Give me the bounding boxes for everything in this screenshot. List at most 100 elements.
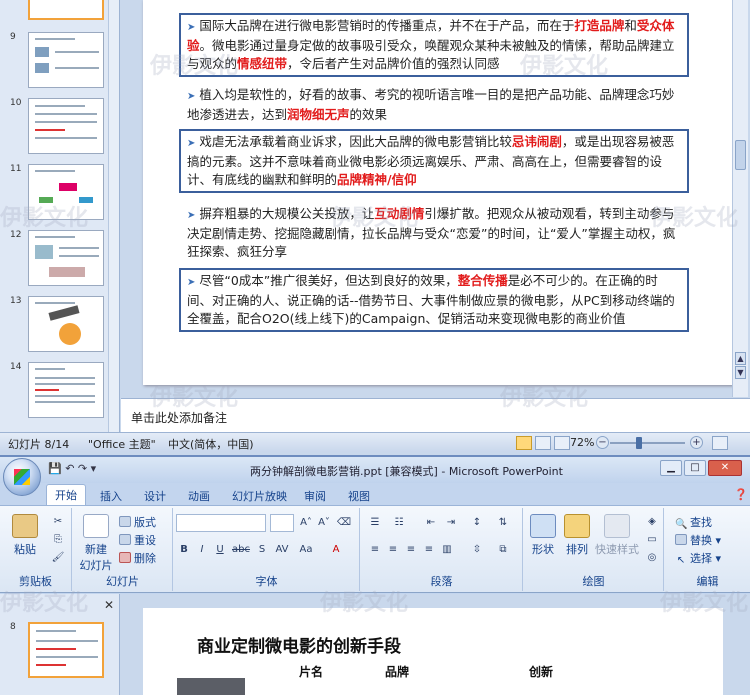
change-case-icon[interactable]: Aa — [298, 542, 314, 558]
justify-icon[interactable]: ≡ — [421, 542, 437, 558]
decrease-indent-icon[interactable]: ⇤ — [423, 515, 439, 531]
select-button[interactable]: ↖ 选择 ▾ — [675, 550, 721, 566]
replace-button[interactable]: 替换 ▾ — [675, 532, 721, 548]
slideshow-view-button[interactable] — [554, 436, 570, 450]
shrink-font-icon[interactable]: A˅ — [316, 515, 332, 531]
tab-design[interactable]: 设计 — [136, 486, 174, 506]
slide-thumbnail-13[interactable]: 13 — [6, 296, 114, 352]
tab-home[interactable]: 开始 — [46, 484, 86, 505]
delete-slide-button[interactable]: 删除 — [119, 550, 156, 566]
help-icon[interactable]: ❓ — [726, 486, 750, 503]
maximize-button[interactable]: □ — [684, 460, 706, 476]
zoom-out-button[interactable]: − — [596, 436, 609, 449]
slide-counter: 幻灯片 8/14 — [8, 438, 70, 451]
format-painter-icon[interactable]: 🖌 — [50, 550, 66, 566]
film-still-image[interactable] — [177, 678, 245, 695]
zoom-level[interactable]: 72% — [570, 436, 594, 449]
slide-vertical-scrollbar[interactable]: ▲ ▼ — [732, 0, 748, 397]
thumbnail-scrollbar[interactable] — [108, 0, 119, 432]
tab-slideshow[interactable]: 幻灯片放映 — [224, 486, 295, 506]
text-direction-icon[interactable]: ⇅ — [495, 515, 511, 531]
close-pane-icon[interactable]: ✕ — [104, 598, 114, 612]
font-size-combo[interactable] — [270, 514, 294, 532]
quick-styles-button[interactable]: 快速样式 — [594, 514, 640, 557]
tab-view[interactable]: 视图 — [340, 486, 378, 506]
shadow-icon[interactable]: S — [254, 542, 270, 558]
slide-thumbnail-10[interactable]: 10 — [6, 98, 114, 154]
office-logo-icon — [14, 469, 30, 485]
minimize-button[interactable]: ▁ — [660, 460, 682, 476]
bullet-avoid-farce[interactable]: ➤ 戏虐无法承载着商业诉求，因此大品牌的微电影营销比较忌讳闹剧，或是出现容易被恶… — [179, 129, 689, 193]
slide-sorter-view-button[interactable] — [535, 436, 551, 450]
close-button[interactable]: ✕ — [708, 460, 742, 476]
editing-group-label: 编辑 — [696, 575, 719, 588]
tab-review[interactable]: 审阅 — [296, 486, 334, 506]
columns-icon[interactable]: ▥ — [439, 542, 455, 558]
find-icon: 🔍 — [675, 519, 688, 530]
shape-outline-icon[interactable]: ▭ — [644, 532, 660, 548]
slide-thumbnail-11[interactable]: 11 — [6, 164, 114, 220]
next-slide-button[interactable]: ▼ — [735, 366, 746, 379]
shape-effects-icon[interactable]: ◎ — [644, 550, 660, 566]
office-button[interactable] — [3, 458, 41, 496]
bullet-arrow-icon: ➤ — [187, 210, 196, 221]
zoom-slider-knob[interactable] — [636, 437, 642, 449]
quick-access-toolbar[interactable]: 💾 ↶ ↷ ▾ — [48, 462, 96, 475]
tab-animations[interactable]: 动画 — [180, 486, 218, 506]
align-right-icon[interactable]: ≡ — [403, 542, 419, 558]
new-slide-icon — [83, 514, 109, 538]
shape-fill-icon[interactable]: ◈ — [644, 514, 660, 530]
numbering-icon[interactable]: ☷ — [391, 515, 407, 531]
font-color-icon[interactable]: A — [328, 542, 344, 558]
normal-view-button[interactable] — [516, 436, 532, 450]
copy-icon[interactable]: ⎘ — [50, 532, 66, 548]
slide-thumbnail-9[interactable]: 9 — [6, 32, 114, 88]
bullet-integrated-communication[interactable]: ➤ 尽管“0成本”推广很美好，但达到良好的效果，整合传播是必不可少的。在正确的时… — [179, 268, 689, 332]
language-indicator[interactable]: 中文(简体，中国) — [168, 436, 254, 452]
bold-icon[interactable]: B — [176, 542, 192, 558]
zoom-slider[interactable] — [610, 442, 685, 444]
shapes-button[interactable]: 形状 — [528, 514, 558, 557]
bullets-icon[interactable]: ☰ — [367, 515, 383, 531]
find-button[interactable]: 🔍 查找 — [675, 514, 712, 530]
ribbon-tabs: 开始 插入 设计 动画 幻灯片放映 审阅 视图 ❓ — [0, 483, 750, 505]
zoom-in-button[interactable]: + — [690, 436, 703, 449]
cut-icon[interactable]: ✂ — [50, 514, 66, 530]
strikethrough-icon[interactable]: abc — [232, 542, 250, 558]
slide-thumbnail-12[interactable]: 12 — [6, 230, 114, 286]
align-center-icon[interactable]: ≡ — [385, 542, 401, 558]
new-slide-button[interactable]: 新建 幻灯片 — [79, 514, 113, 573]
editing-group: 🔍 查找 替换 ▾ ↖ 选择 ▾ 编辑 — [665, 508, 750, 591]
underline-icon[interactable]: U — [212, 542, 228, 558]
slide-thumbnail-14[interactable]: 14 — [6, 362, 114, 418]
notes-pane[interactable]: 单击此处添加备注 — [121, 398, 750, 432]
reset-icon — [119, 534, 131, 545]
slide-title[interactable]: 商业定制微电影的创新手段 — [197, 632, 401, 657]
align-text-icon[interactable]: ⇳ — [469, 542, 485, 558]
thumbnail-number: 9 — [10, 32, 16, 42]
arrange-button[interactable]: 排列 — [562, 514, 592, 557]
scrollbar-thumb[interactable] — [735, 140, 746, 170]
increase-indent-icon[interactable]: ⇥ — [443, 515, 459, 531]
paste-button[interactable]: 粘贴 — [10, 514, 40, 557]
thumbnail-number: 12 — [10, 230, 22, 240]
grow-font-icon[interactable]: A˄ — [298, 515, 314, 531]
bullet-brand-experience[interactable]: ➤ 国际大品牌在进行微电影营销时的传播重点，并不在于产品，而在于打造品牌和受众体… — [179, 13, 689, 77]
smartart-icon[interactable]: ⧉ — [495, 542, 511, 558]
font-name-combo[interactable] — [176, 514, 266, 532]
previous-slide-button[interactable]: ▲ — [735, 352, 746, 365]
reset-button[interactable]: 重设 — [119, 532, 156, 548]
align-left-icon[interactable]: ≡ — [367, 542, 383, 558]
bullet-interactive-plot[interactable]: ➤ 摒弃粗暴的大规模公关投放，让互动剧情引爆扩散。把观众从被动观看，转到主动参与… — [179, 203, 689, 263]
tab-insert[interactable]: 插入 — [92, 486, 130, 506]
thumbnail-number: 8 — [10, 622, 16, 632]
italic-icon[interactable]: I — [194, 542, 210, 558]
layout-button[interactable]: 版式 — [119, 514, 156, 530]
character-spacing-icon[interactable]: AV — [274, 542, 290, 558]
bullet-soft-placement[interactable]: ➤ 植入均是软性的，好看的故事、考究的视听语言唯一目的是把产品功能、品牌理念巧妙… — [179, 84, 689, 126]
clipboard-group: 粘贴 ✂ ⎘ 🖌 剪贴板 — [0, 508, 72, 591]
clear-formatting-icon[interactable]: ⌫ — [336, 515, 352, 531]
line-spacing-icon[interactable]: ↕ — [469, 515, 485, 531]
slide-thumbnail-8[interactable]: 8 — [6, 622, 114, 678]
fit-to-window-button[interactable] — [712, 436, 728, 450]
